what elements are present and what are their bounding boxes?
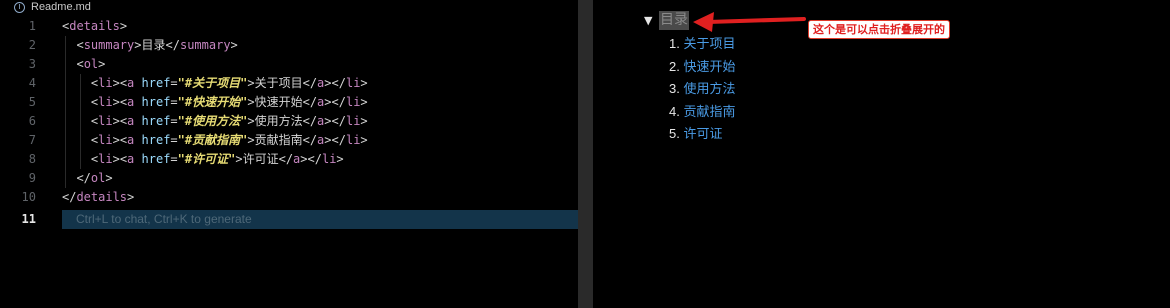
code-line: <ol>	[76, 57, 106, 71]
triangle-down-icon[interactable]: ▼	[644, 14, 652, 27]
line-number: 1	[28, 19, 36, 33]
code-line: </details>	[62, 190, 135, 204]
toc-link[interactable]: 快速开始	[683, 59, 735, 74]
code-line: <li><a href="#许可证">许可证</a></li>	[90, 152, 344, 166]
code-line: </ol>	[76, 171, 113, 185]
toc-link[interactable]: 许可证	[683, 126, 722, 141]
line-number: 8	[28, 152, 36, 166]
code-line: <details>	[62, 19, 128, 33]
code-line: <summary>目录</summary>	[76, 38, 238, 52]
code-line: <li><a href="#贡献指南">贡献指南</a></li>	[90, 133, 368, 147]
tab-title: Readme.md	[31, 1, 91, 13]
annotation-arrow-icon	[693, 12, 806, 32]
line-number: 4	[28, 76, 36, 90]
toc-link[interactable]: 使用方法	[683, 81, 735, 96]
details-summary[interactable]: 目录	[659, 11, 689, 30]
list-item: 4. 贡献指南	[669, 104, 736, 119]
line-number: 9	[28, 171, 36, 185]
line-number: 7	[28, 133, 36, 147]
list-item: 5. 许可证	[669, 126, 723, 141]
ai-prompt-hint: Ctrl+L to chat, Ctrl+K to generate	[76, 212, 252, 226]
info-icon: i	[14, 2, 25, 13]
code-line: <li><a href="#使用方法">使用方法</a></li>	[90, 114, 368, 128]
toc-link[interactable]: 贡献指南	[683, 104, 735, 119]
line-number: 2	[28, 38, 36, 52]
toc-link[interactable]: 关于项目	[683, 36, 735, 51]
annotation-callout: 这个是可以点击折叠展开的	[808, 20, 950, 39]
editor-tab[interactable]: i Readme.md	[0, 0, 578, 17]
active-line-number: 11	[21, 212, 36, 226]
list-item: 2. 快速开始	[669, 59, 736, 74]
list-item: 3. 使用方法	[669, 81, 736, 96]
line-number: 3	[28, 57, 36, 71]
editor-scrollbar[interactable]	[578, 0, 593, 308]
line-number: 10	[21, 190, 36, 204]
line-number: 5	[28, 95, 36, 109]
code-line: <li><a href="#关于项目">关于项目</a></li>	[90, 76, 368, 90]
line-number: 6	[28, 114, 36, 128]
code-line: <li><a href="#快速开始">快速开始</a></li>	[90, 95, 368, 109]
code-editor[interactable]: 1 2 3 4 5 6 7 8 9 10 11 <details> <summa…	[0, 17, 578, 308]
list-item: 1. 关于项目	[669, 36, 736, 51]
